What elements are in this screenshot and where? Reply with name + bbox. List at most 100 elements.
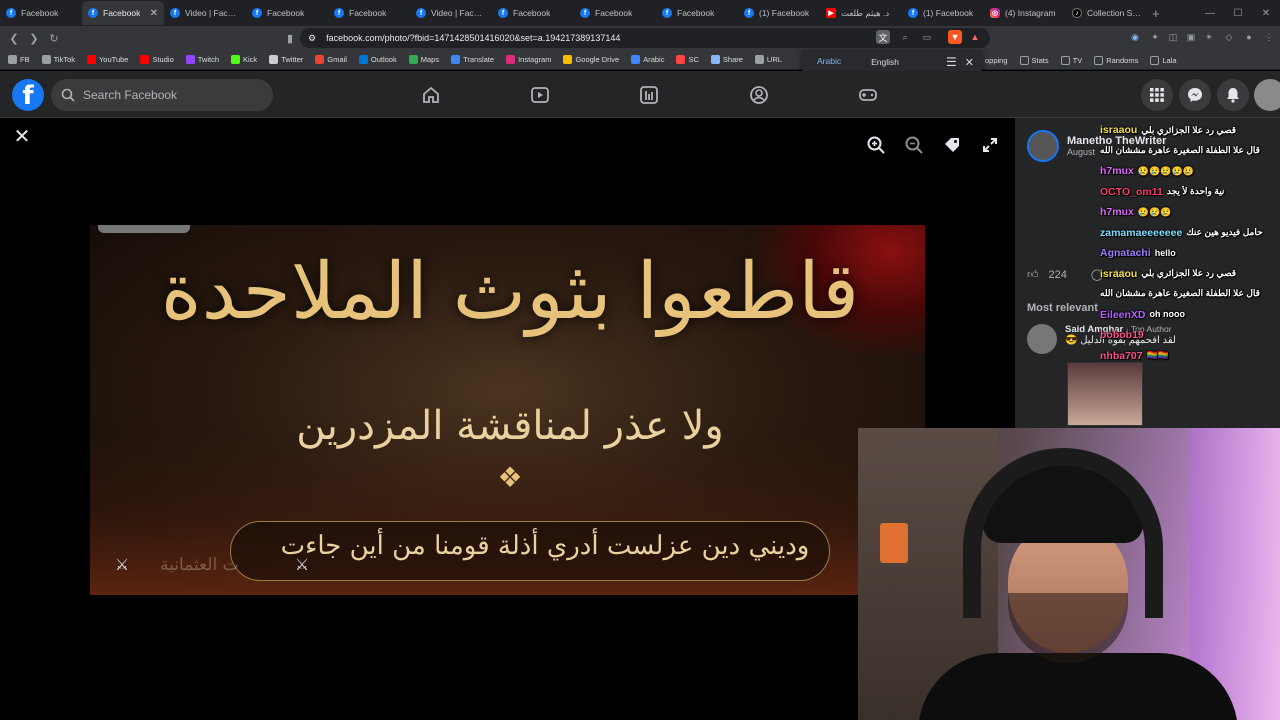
- bookmark-item[interactable]: Share: [710, 55, 743, 64]
- browser-tab[interactable]: f Facebook: [492, 1, 574, 25]
- groups-icon[interactable]: [747, 83, 771, 107]
- chat-text: قصي رد علا الجزائري بلي: [1141, 124, 1237, 135]
- browser-tab[interactable]: f Facebook: [246, 1, 328, 25]
- cast-icon[interactable]: ▭: [920, 30, 934, 44]
- browser-tab[interactable]: f (1) Facebook: [902, 1, 984, 25]
- site-info-icon[interactable]: ⚙: [308, 33, 316, 44]
- chat-message: nhba707 🏳️‍🌈🏳️‍🌈: [1100, 350, 1280, 363]
- bookmark-item[interactable]: opping: [985, 56, 1008, 65]
- translate-menu-icon[interactable]: ☰: [946, 55, 957, 69]
- brave-shield-icon[interactable]: ▼: [948, 30, 962, 44]
- browser-tab[interactable]: f Facebook ✕: [82, 1, 164, 25]
- sidebar-icon[interactable]: ◫: [1166, 30, 1180, 44]
- chat-message: bobob19: [1100, 329, 1280, 342]
- facebook-icon: f: [416, 8, 426, 18]
- browser-tab[interactable]: f Facebook: [328, 1, 410, 25]
- tag-icon[interactable]: [941, 134, 963, 156]
- account-avatar[interactable]: [1254, 79, 1280, 111]
- messenger-icon[interactable]: [1179, 79, 1211, 111]
- new-tab-icon[interactable]: +: [1152, 6, 1160, 21]
- bookmark-icon: [86, 55, 96, 64]
- bookmark-item[interactable]: Studio: [140, 55, 174, 64]
- leo-icon[interactable]: ✴: [1202, 30, 1216, 44]
- menu-icon[interactable]: ⋮: [1262, 30, 1276, 44]
- chat-message: zamamaeeeeeee حامل فيديو هين عنك: [1100, 227, 1280, 240]
- translate-close-icon[interactable]: ✕: [957, 56, 982, 69]
- zoom-out-icon[interactable]: [903, 134, 925, 156]
- browser-tab[interactable]: f (1) Facebook: [738, 1, 820, 25]
- tab-close-icon[interactable]: ✕: [150, 8, 158, 19]
- wallet-icon[interactable]: ▣: [1184, 30, 1198, 44]
- facebook-icon: f: [88, 8, 98, 18]
- bookmark-item[interactable]: Outlook: [358, 55, 397, 64]
- facebook-icon: f: [498, 8, 508, 18]
- browser-tab[interactable]: ▶ د. هيثم طلعت: [820, 1, 902, 25]
- notifications-icon[interactable]: [1217, 79, 1249, 111]
- warning-icon[interactable]: ▲: [968, 30, 982, 44]
- bookmark-item[interactable]: Kick: [231, 55, 257, 64]
- video-icon[interactable]: [528, 83, 552, 107]
- browser-tab[interactable]: ♪ Collection Stre: [1066, 1, 1148, 25]
- marketplace-icon[interactable]: [637, 83, 661, 107]
- bookmark-item[interactable]: TV: [1060, 55, 1082, 65]
- zoom-in-icon[interactable]: [865, 134, 887, 156]
- bookmark-item[interactable]: Randoms: [1094, 55, 1138, 65]
- browser-tab[interactable]: f Facebook: [574, 1, 656, 25]
- search-input[interactable]: Search Facebook: [51, 79, 273, 111]
- close-viewer-icon[interactable]: ✕: [10, 124, 34, 148]
- menu-grid-icon[interactable]: [1141, 79, 1173, 111]
- browser-tab[interactable]: ◎ (4) Instagram: [984, 1, 1066, 25]
- bookmark-item[interactable]: TikTok: [41, 55, 75, 64]
- fullscreen-icon[interactable]: [979, 134, 1001, 156]
- chat-text: قال علا الطفلة الصغيرة عاهرة مششان الله: [1100, 144, 1260, 155]
- bookmark-item[interactable]: URL: [754, 55, 782, 64]
- photo-watermark-text: ت العثمانية: [160, 555, 239, 575]
- translate-icon[interactable]: 文: [876, 30, 890, 44]
- folder-icon: [1019, 55, 1029, 65]
- back-icon[interactable]: ❮: [4, 32, 24, 45]
- vpn-icon[interactable]: ◇: [1222, 30, 1236, 44]
- reload-icon[interactable]: ↻: [44, 32, 64, 45]
- maximize-icon[interactable]: ☐: [1224, 8, 1252, 19]
- browser-tab[interactable]: f Facebook: [656, 1, 738, 25]
- bookmark-item[interactable]: Twitch: [185, 55, 219, 64]
- chat-username: EileenXD: [1100, 308, 1146, 321]
- bookmark-item[interactable]: Lala: [1150, 55, 1177, 65]
- extension-icon[interactable]: ◉: [1128, 30, 1142, 44]
- like-icon[interactable]: 👍︎: [1027, 268, 1039, 281]
- author-avatar[interactable]: [1027, 130, 1059, 162]
- minimize-icon[interactable]: —: [1196, 8, 1224, 19]
- bookmark-item[interactable]: Arabic: [631, 55, 664, 64]
- browser-tab[interactable]: f Video | Facebo: [164, 1, 246, 25]
- home-icon[interactable]: [419, 83, 443, 107]
- zoom-icon[interactable]: ⌕: [898, 30, 912, 44]
- search-icon: [61, 88, 75, 102]
- bookmark-item[interactable]: Google Drive: [563, 55, 619, 64]
- bookmark-label: Translate: [463, 55, 495, 64]
- bookmark-item[interactable]: Gmail: [315, 55, 347, 64]
- bookmark-item[interactable]: YouTube: [86, 55, 128, 64]
- chat-message: قال علا الطفلة الصغيرة عاهرة مششان الله: [1100, 288, 1280, 299]
- bookmark-item[interactable]: Stats: [1019, 55, 1049, 65]
- close-window-icon[interactable]: ✕: [1252, 8, 1280, 19]
- forward-icon[interactable]: ❯: [24, 32, 44, 45]
- gaming-icon[interactable]: [856, 83, 880, 107]
- tab-title: Collection Stre: [1087, 8, 1142, 18]
- profile-icon[interactable]: ●: [1242, 30, 1256, 44]
- bookmark-icon: [231, 55, 241, 64]
- bookmark-item[interactable]: Twitter: [269, 55, 303, 64]
- commenter-avatar[interactable]: [1027, 324, 1057, 354]
- puzzle-icon[interactable]: ✦: [1148, 30, 1162, 44]
- bookmark-item[interactable]: Maps: [408, 55, 439, 64]
- bookmark-item[interactable]: SC: [676, 55, 699, 64]
- post-photo[interactable]: قاطعوا بثوث الملاحدة ولا عذر لمناقشة الم…: [90, 225, 925, 595]
- browser-tab[interactable]: f Video | Facebo: [410, 1, 492, 25]
- bookmark-item[interactable]: FB: [8, 55, 30, 64]
- streamer-body: [918, 653, 1238, 720]
- bookmark-item[interactable]: Translate: [451, 55, 494, 64]
- browser-tab[interactable]: f Facebook: [0, 1, 82, 25]
- bookmark-item[interactable]: Instagram: [506, 55, 551, 64]
- comment-sort[interactable]: Most relevant: [1027, 302, 1098, 314]
- facebook-logo-icon[interactable]: f: [12, 79, 44, 111]
- bookmark-icon[interactable]: ▮: [280, 32, 300, 45]
